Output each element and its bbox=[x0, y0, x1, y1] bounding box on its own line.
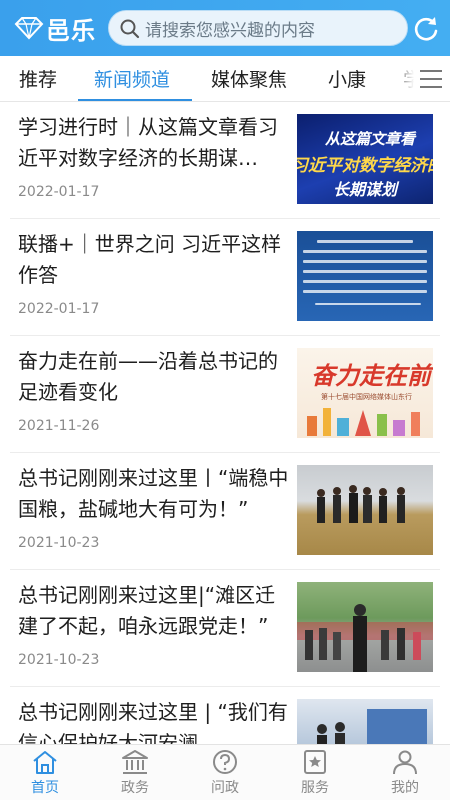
app-logo[interactable]: 邑乐 bbox=[14, 14, 96, 45]
thumbnail-text-line bbox=[303, 290, 427, 293]
tab-xiaokang[interactable]: 小康 bbox=[328, 65, 366, 92]
article-thumbnail: 从这篇文章看 习近平对数字经济的 长期谋划 bbox=[297, 114, 433, 204]
list-item[interactable]: 学习进行时｜从这篇文章看习近平对数字经济的长期谋… 2022-01-17 从这篇… bbox=[0, 102, 450, 219]
nav-inquiry[interactable]: 问政 bbox=[180, 745, 270, 801]
article-thumbnail: 奋力走在前 第十七届中国网络媒体山东行 bbox=[297, 348, 433, 438]
tab-media-focus[interactable]: 媒体聚焦 bbox=[211, 65, 287, 92]
list-item[interactable]: 奋力走在前——沿着总书记的足迹看变化 2021-11-26 奋力走在前 第十七届… bbox=[0, 336, 450, 453]
list-item[interactable]: 总书记刚刚来过这里丨“端稳中国粮，盐碱地大有可为！” 2021-10-23 bbox=[0, 453, 450, 570]
app-name: 邑乐 bbox=[46, 16, 96, 45]
article-list: 学习进行时｜从这篇文章看习近平对数字经济的长期谋… 2022-01-17 从这篇… bbox=[0, 102, 450, 744]
thumbnail-text: 从这篇文章看 bbox=[325, 130, 416, 148]
article-thumbnail bbox=[297, 231, 433, 321]
refresh-icon[interactable] bbox=[411, 14, 441, 44]
tab-recommend[interactable]: 推荐 bbox=[19, 65, 57, 92]
article-date: 2021-11-26 bbox=[18, 418, 100, 434]
search-icon bbox=[120, 19, 140, 39]
user-icon bbox=[393, 750, 417, 775]
home-icon bbox=[33, 751, 57, 774]
thumbnail-text-line bbox=[303, 280, 427, 283]
field-people-photo bbox=[317, 485, 405, 523]
bottom-navigation: 首页 政务 问政 服务 我的 bbox=[0, 744, 450, 800]
article-title: 学习进行时｜从这篇文章看习近平对数字经济的长期谋… bbox=[18, 115, 278, 170]
article-date: 2021-10-23 bbox=[18, 652, 100, 668]
nav-label: 服务 bbox=[301, 780, 329, 796]
channel-tabs: 推荐 新闻频道 媒体聚焦 小康 学 bbox=[0, 56, 450, 102]
search-placeholder: 请搜索您感兴趣的内容 bbox=[145, 20, 315, 41]
thumbnail-text-line bbox=[303, 270, 427, 273]
thumbnail-text: 习近平对数字经济的 bbox=[297, 156, 433, 176]
meeting-photo bbox=[317, 709, 427, 744]
nav-government[interactable]: 政务 bbox=[90, 745, 180, 801]
menu-icon[interactable] bbox=[419, 68, 443, 90]
nav-label: 政务 bbox=[121, 780, 149, 796]
article-thumbnail bbox=[297, 582, 433, 672]
article-date: 2022-01-17 bbox=[18, 184, 100, 200]
list-item[interactable]: 总书记刚刚来过这里|“滩区迁建了不起，咱永远跟党走！” 2021-10-23 bbox=[0, 570, 450, 687]
nav-label: 首页 bbox=[31, 780, 59, 796]
star-bookmark-icon bbox=[304, 750, 326, 774]
nav-label: 我的 bbox=[391, 780, 419, 796]
article-date: 2022-01-17 bbox=[18, 301, 100, 317]
diamond-logo-icon bbox=[14, 17, 44, 40]
colorful-landmarks-graphic bbox=[307, 408, 420, 436]
article-title: 联播+｜世界之问 习近平这样作答 bbox=[18, 232, 282, 287]
article-title: 总书记刚刚来过这里丨“端稳中国粮，盐碱地大有可为！” bbox=[18, 466, 289, 521]
thumbnail-text: 奋力走在前 bbox=[311, 362, 431, 390]
article-title: 奋力走在前——沿着总书记的足迹看变化 bbox=[18, 349, 278, 404]
article-thumbnail bbox=[297, 465, 433, 555]
tab-news-channel[interactable]: 新闻频道 bbox=[94, 65, 170, 92]
article-title: 总书记刚刚来过这里 | “我们有信心保护好大河安澜 bbox=[18, 700, 288, 744]
article-thumbnail bbox=[297, 699, 433, 744]
thumbnail-text: 第十七届中国网络媒体山东行 bbox=[321, 393, 412, 401]
article-title: 总书记刚刚来过这里|“滩区迁建了不起，咱永远跟党走！” bbox=[18, 583, 276, 638]
nav-label: 问政 bbox=[211, 780, 239, 796]
thumbnail-text: 长期谋划 bbox=[333, 180, 398, 199]
list-item[interactable]: 联播+｜世界之问 习近平这样作答 2022-01-17 bbox=[0, 219, 450, 336]
question-circle-icon bbox=[213, 750, 237, 774]
list-item[interactable]: 总书记刚刚来过这里 | “我们有信心保护好大河安澜 bbox=[0, 687, 450, 744]
crowd-photo bbox=[297, 604, 433, 672]
thumbnail-text-line bbox=[315, 303, 421, 305]
search-input[interactable]: 请搜索您感兴趣的内容 bbox=[108, 10, 408, 46]
nav-profile[interactable]: 我的 bbox=[360, 745, 450, 801]
top-header: 邑乐 请搜索您感兴趣的内容 bbox=[0, 0, 450, 56]
thumbnail-text-line bbox=[303, 260, 427, 263]
nav-services[interactable]: 服务 bbox=[270, 745, 360, 801]
government-building-icon bbox=[122, 750, 148, 774]
thumbnail-text-line bbox=[303, 250, 427, 253]
nav-home[interactable]: 首页 bbox=[0, 745, 90, 801]
thumbnail-text-line bbox=[317, 240, 413, 243]
article-date: 2021-10-23 bbox=[18, 535, 100, 551]
